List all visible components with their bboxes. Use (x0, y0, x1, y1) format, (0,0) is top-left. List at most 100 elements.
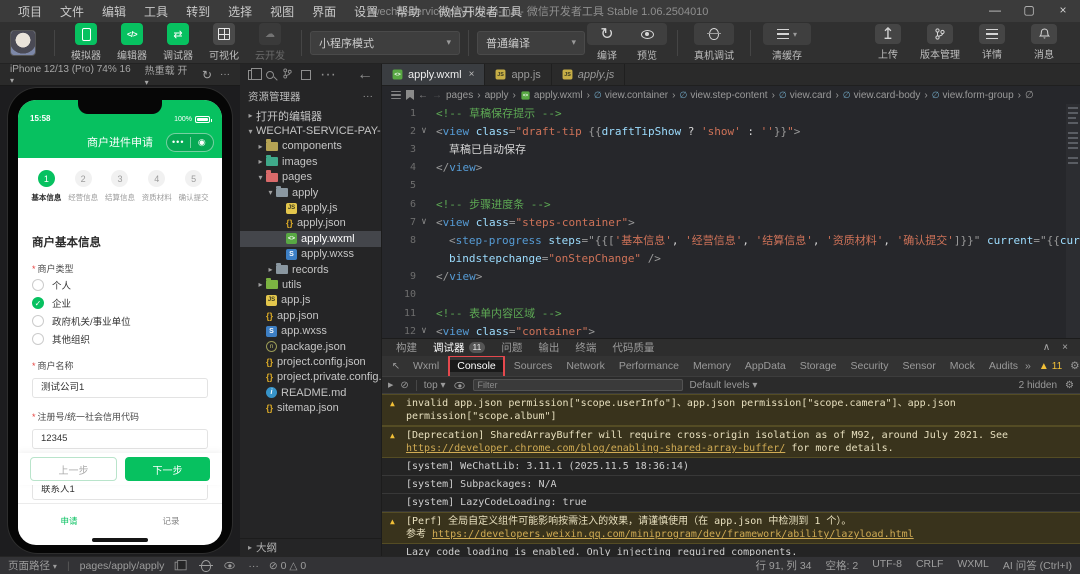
devtools-tab-mock[interactable]: Mock (943, 357, 982, 376)
radio-icon[interactable] (32, 333, 44, 345)
devtools-tab-audits[interactable]: Audits (982, 357, 1025, 376)
merchant-type-option[interactable]: 政府机关/事业单位 (32, 313, 208, 329)
menu-item[interactable]: 工具 (136, 3, 176, 20)
phone-tab-item[interactable]: 记录 (120, 504, 222, 537)
breadcrumb-item[interactable]: ∅ view.step-content (679, 90, 767, 101)
vconsole-icon[interactable] (199, 559, 214, 572)
new-file-icon[interactable] (248, 68, 262, 80)
mode-select[interactable]: 小程序模式 ▾ (310, 30, 460, 55)
tree-item[interactable]: <> apply.wxml (240, 231, 381, 247)
problems-indicator[interactable]: ⊘ 0 △ 0 (269, 560, 306, 572)
menu-item[interactable]: 界面 (304, 3, 344, 20)
console-sidebar-icon[interactable]: ▶ (388, 381, 393, 389)
radio-checked-icon[interactable]: ✓ (32, 297, 44, 309)
more-icon[interactable]: ••• (167, 134, 190, 151)
close-button[interactable]: × (1046, 0, 1080, 22)
context-select[interactable]: top ▾ (424, 380, 446, 391)
step-item[interactable]: 5 确认提交 (175, 170, 212, 218)
capsule-menu[interactable]: ••• ◉ (166, 133, 214, 152)
warning-count[interactable]: ▲ 11 (1039, 361, 1062, 372)
collapse-sidebar-icon[interactable]: ← (357, 66, 373, 84)
fold-icon[interactable]: ∨ (416, 326, 432, 336)
settings-gear-icon[interactable]: ⚙ (1065, 380, 1074, 391)
tree-item[interactable]: JS app.js (240, 293, 381, 308)
editor-tab[interactable]: JS apply.js (552, 64, 626, 85)
close-panel-icon[interactable]: × (1062, 342, 1068, 353)
devtools-tab-storage[interactable]: Storage (793, 357, 844, 376)
step-item[interactable]: 2 经营信息 (65, 170, 102, 218)
copy-icon[interactable] (175, 559, 187, 570)
details-button[interactable]: 详情 (966, 24, 1018, 61)
breadcrumb-item[interactable]: <> apply.wxml (520, 90, 583, 101)
compile-button[interactable]: ↻ (587, 24, 627, 44)
radio-icon[interactable] (32, 315, 44, 327)
list-icon[interactable] (391, 91, 401, 99)
debugger-button[interactable]: ⇄ 调试器 (155, 23, 201, 62)
tree-item[interactable]: {} apply.json (240, 216, 381, 231)
upload-button[interactable]: ↥ 上传 (862, 24, 914, 61)
devtools-tab-sources[interactable]: Sources (507, 357, 560, 376)
exit-icon[interactable]: ◉ (191, 134, 214, 151)
debugger-tab[interactable]: 问题 (493, 339, 530, 356)
remote-debug-button[interactable] (694, 28, 734, 40)
tree-item[interactable]: ▸ utils (240, 277, 381, 292)
devtools-tab-sensor[interactable]: Sensor (895, 357, 942, 376)
tree-item[interactable]: ▾ apply (240, 185, 381, 200)
minimap[interactable] (1066, 104, 1080, 338)
tree-item[interactable]: {} project.private.config... (240, 370, 381, 385)
visualize-button[interactable]: 可视化 (201, 23, 247, 62)
devtools-tab-memory[interactable]: Memory (686, 357, 738, 376)
devtools-tab-appdata[interactable]: AppData (738, 357, 793, 376)
step-item[interactable]: 1 基本信息 (28, 170, 65, 218)
log-levels-select[interactable]: Default levels ▾ (690, 380, 758, 391)
outline-section[interactable]: ▸ 大纲 (240, 538, 381, 556)
tree-item[interactable]: ▸ records (240, 262, 381, 277)
tree-item[interactable]: n package.json (240, 339, 381, 354)
menu-item[interactable]: 帮助 (388, 3, 428, 20)
version-control-button[interactable]: 版本管理 (914, 24, 966, 61)
indent-setting[interactable]: 空格: 2 (826, 558, 859, 573)
menu-item[interactable]: 转到 (178, 3, 218, 20)
save-icon[interactable] (301, 70, 311, 80)
page-path-select[interactable]: 页面路径 ▾ (8, 558, 57, 573)
breadcrumb-item[interactable]: ∅ view.form-group (932, 90, 1014, 101)
debugger-tab[interactable]: 终端 (567, 339, 604, 356)
tree-item[interactable]: ▾ pages (240, 170, 381, 185)
editor-button[interactable]: </> 编辑器 (109, 23, 155, 62)
avatar[interactable] (10, 29, 36, 56)
code-editor[interactable]: 1 <!-- 草稿保存提示 --> 2 ∨ <view class="draft-tip… (382, 104, 1080, 338)
breadcrumb-item[interactable]: pages (446, 90, 473, 101)
editor-tab[interactable]: <> apply.wxml × (382, 64, 486, 85)
search-icon[interactable] (266, 71, 274, 79)
menu-item[interactable]: 视图 (262, 3, 302, 20)
reg-no-input[interactable]: 12345 (32, 429, 208, 449)
hidden-messages-count[interactable]: 2 hidden (1019, 380, 1057, 391)
compile-mode-select[interactable]: 普通编译 ▾ (477, 30, 585, 55)
devtools-tab-security[interactable]: Security (844, 357, 896, 376)
devtools-tab-console[interactable]: Console (450, 359, 503, 372)
step-item[interactable]: 3 结算信息 (102, 170, 139, 218)
messages-button[interactable]: 消息 (1018, 24, 1070, 61)
fold-icon[interactable]: ∨ (416, 126, 432, 136)
close-icon[interactable]: × (469, 69, 475, 80)
bookmark-icon[interactable] (406, 90, 414, 100)
eol-setting[interactable]: CRLF (916, 558, 943, 573)
radio-icon[interactable] (32, 279, 44, 291)
menu-item[interactable]: 微信开发者工具 (430, 3, 530, 20)
tree-item[interactable]: Sapply.wxss (240, 247, 381, 262)
tree-item[interactable]: ▾WECHAT-SERVICE-PAY-JINJIAN-... (240, 123, 381, 138)
refresh-icon[interactable]: ↻ (202, 68, 212, 82)
debugger-tab[interactable]: 代码质量 (604, 339, 662, 356)
console-log-row[interactable]: [system] LazyCodeLoading: true (382, 494, 1080, 512)
tree-item[interactable]: {} app.json (240, 308, 381, 323)
debugger-tab[interactable]: 调试器 11 (425, 339, 493, 356)
more-icon[interactable]: ··· (220, 69, 230, 80)
hot-reload-toggle[interactable]: 热重载 开 ▾ (145, 62, 194, 88)
breadcrumb-item[interactable]: ∅ view.card-body (843, 90, 921, 101)
breadcrumb-item[interactable]: ∅ view.card (779, 90, 832, 101)
clear-cache-button[interactable]: ▾ (763, 29, 811, 39)
step-item[interactable]: 4 资质材料 (138, 170, 175, 218)
next-step-button[interactable]: 下一步 (125, 457, 210, 481)
minimize-button[interactable]: — (978, 0, 1012, 22)
more-icon[interactable]: ··· (320, 66, 336, 84)
